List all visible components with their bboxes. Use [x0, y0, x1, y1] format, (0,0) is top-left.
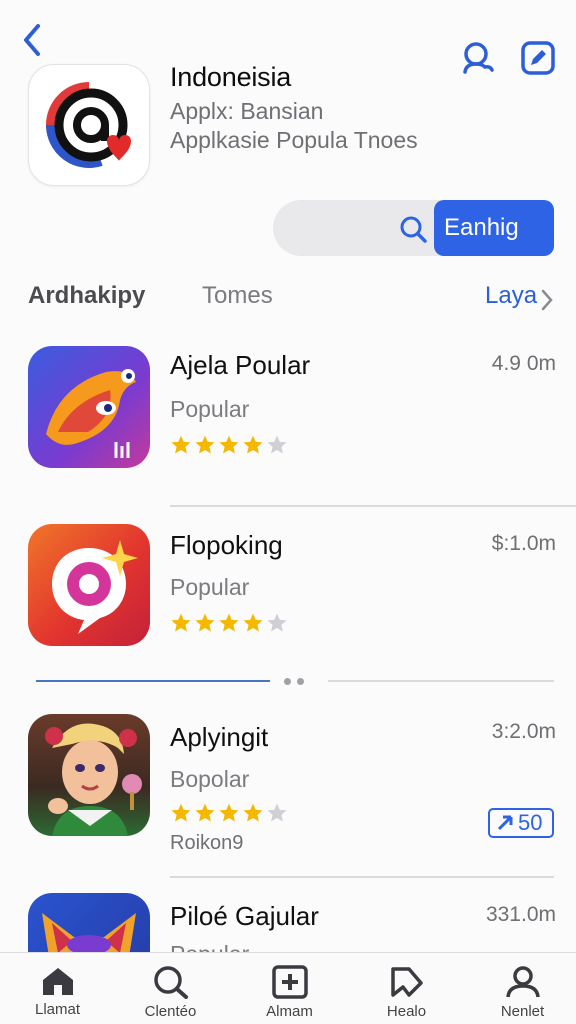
list-item[interactable]: Flopoking Popular $:1.0m	[0, 524, 576, 664]
star-icon	[195, 803, 215, 822]
fish-character-icon	[46, 369, 136, 458]
star-icon	[195, 613, 215, 632]
profile-icon	[505, 966, 540, 998]
tab-label: Clentéo	[144, 1003, 197, 1020]
page-dot	[297, 678, 304, 685]
star-icon	[243, 435, 263, 454]
apps-icon	[271, 965, 308, 999]
app-size: $:1.0m	[491, 532, 556, 555]
section-divider	[36, 680, 270, 682]
app-title: Indoneisia	[170, 62, 292, 92]
app-icon	[28, 524, 150, 646]
app-category: Bopolar	[170, 766, 250, 792]
badge-count: 50	[518, 810, 543, 835]
app-subtitle: Applx: Bansian	[170, 98, 324, 124]
app-category: Popular	[170, 574, 250, 600]
tab-laya[interactable]: Laya	[485, 282, 537, 310]
update-badge[interactable]: 50	[488, 808, 554, 838]
tab-bookmarks[interactable]: Healo	[349, 953, 464, 1024]
star-icon	[267, 613, 287, 632]
chat-bubble-icon	[52, 540, 138, 634]
star-icon	[243, 803, 263, 822]
app-size: 4.9 0m	[491, 352, 556, 375]
download-icon	[497, 815, 513, 831]
app-icon	[28, 893, 150, 952]
app-icon	[28, 346, 150, 468]
tab-label: Almam	[266, 1003, 313, 1020]
tab-home[interactable]: Llamat	[0, 953, 115, 1024]
star-icon	[267, 435, 287, 454]
tab-tomes[interactable]: Tomes	[202, 282, 273, 310]
page-dot	[284, 678, 291, 685]
character-avatar-icon	[45, 723, 142, 836]
star-rating	[170, 434, 288, 456]
app-description: Applkasie Popula Tnoes	[170, 127, 418, 153]
app-category: Popular	[170, 941, 249, 952]
app-icon	[28, 714, 150, 836]
app-name: Aplyingit	[170, 722, 269, 752]
edit-icon	[521, 41, 555, 75]
star-icon	[219, 435, 239, 454]
tab-apps[interactable]: Almam	[232, 953, 347, 1024]
app-name: Flopoking	[170, 530, 283, 560]
app-name: Ajela Poular	[170, 350, 311, 380]
bottom-tab-bar: Llamat Clentéo Almam Healo Nenlet	[0, 952, 576, 1024]
list-item[interactable]: Ajela Poular Popular 4.9 0m	[0, 346, 576, 486]
developer-name: Roikon9	[170, 832, 244, 854]
list-item[interactable]: Aplyingit Bopolar Roikon9 3:2.0m 50	[0, 714, 576, 864]
account-button[interactable]	[458, 38, 498, 78]
app-size: 3:2.0m	[491, 720, 556, 743]
star-icon	[219, 803, 239, 822]
tab-profile[interactable]: Nenlet	[465, 953, 576, 1024]
section-divider	[328, 680, 554, 682]
star-icon	[243, 613, 263, 632]
tab-label: Nenlet	[500, 1003, 545, 1020]
chevron-right-icon[interactable]	[540, 288, 554, 312]
star-icon	[195, 435, 215, 454]
bookmark-icon	[390, 967, 423, 997]
page-dots	[284, 678, 304, 685]
star-rating	[170, 612, 288, 634]
app-category: Popular	[170, 396, 250, 422]
search-icon	[400, 216, 427, 243]
divider	[170, 876, 554, 878]
list-item[interactable]: Piloé Gajular Popular 331.0m	[0, 893, 576, 952]
search-button[interactable]: Eanhig	[434, 200, 554, 256]
tab-label: Healo	[386, 1003, 427, 1020]
account-icon	[463, 42, 494, 74]
star-icon	[219, 613, 239, 632]
chevron-left-icon	[24, 24, 40, 56]
app-logo-icon	[46, 82, 131, 168]
star-icon	[171, 435, 191, 454]
tab-ardhakipy[interactable]: Ardhakipy	[28, 282, 145, 310]
star-icon	[171, 613, 191, 632]
star-icon	[267, 803, 287, 822]
app-size: 331.0m	[485, 903, 556, 926]
home-icon	[42, 968, 73, 995]
search-bar[interactable]: Eanhig	[273, 200, 554, 256]
back-button[interactable]	[14, 20, 50, 60]
edit-button[interactable]	[518, 38, 558, 78]
tab-label: Llamat	[34, 1001, 81, 1018]
divider	[170, 505, 576, 507]
app-icon	[28, 64, 150, 186]
category-tabs: Ardhakipy Tomes Laya	[0, 282, 576, 318]
fox-icon	[42, 913, 136, 952]
tab-search[interactable]: Clentéo	[113, 953, 228, 1024]
star-rating	[170, 802, 288, 824]
search-icon	[153, 966, 188, 999]
app-name: Piloé Gajular	[170, 901, 319, 931]
star-icon	[171, 803, 191, 822]
